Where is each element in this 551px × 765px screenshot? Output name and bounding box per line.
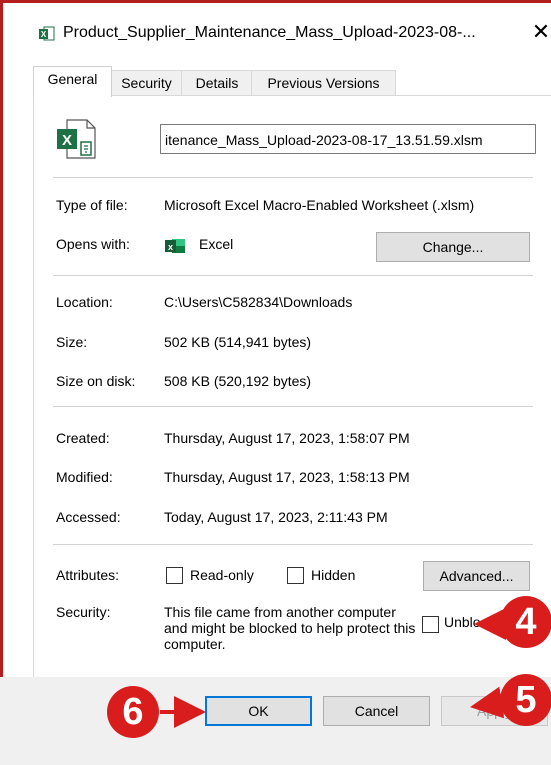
annotation-arrows: [160, 608, 506, 728]
annotation-badge-6: 6: [107, 686, 159, 738]
annotation-badge-4: 4: [500, 596, 551, 648]
tab-general[interactable]: General: [33, 66, 112, 97]
annotation-badge-5: 5: [500, 674, 551, 726]
